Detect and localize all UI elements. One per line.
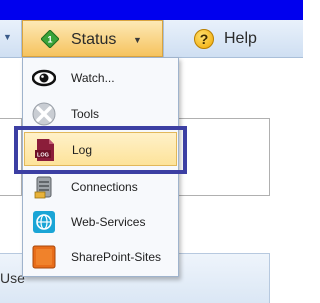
menu-item-connections[interactable]: Connections — [24, 170, 177, 204]
background-divider — [269, 253, 270, 303]
web-services-icon — [33, 211, 55, 233]
background-pane — [178, 118, 270, 196]
help-icon: ? — [194, 29, 214, 49]
status-menu-label: Status — [71, 31, 117, 48]
help-menu-button[interactable]: ? Help — [180, 20, 280, 57]
connections-icon — [34, 176, 52, 199]
chevron-down-icon: ▼ — [133, 35, 142, 45]
sharepoint-icon — [32, 245, 56, 269]
help-menu-label: Help — [224, 30, 257, 47]
menu-item-label: SharePoint-Sites — [71, 250, 162, 264]
toolbar-separator — [163, 20, 164, 57]
toolbar: ▼ 1 Status ▼ ? Help — [0, 20, 303, 58]
menu-item-label: Web-Services — [71, 215, 146, 229]
screen: ▼ 1 Status ▼ ? Help Use Watch... Tools L… — [0, 0, 303, 303]
menu-item-sharepoint-sites[interactable]: SharePoint-Sites — [24, 240, 177, 274]
toolbar-previous-menu[interactable]: ▼ — [0, 20, 22, 57]
eye-icon — [32, 69, 56, 87]
menu-item-label: Watch... — [71, 71, 115, 85]
chevron-down-icon: ▼ — [3, 32, 12, 42]
focus-highlight-outline — [14, 126, 187, 174]
menu-item-label: Connections — [71, 180, 138, 194]
menu-item-watch[interactable]: Watch... — [24, 61, 177, 95]
status-diamond-icon: 1 — [41, 30, 59, 48]
status-menu-button[interactable]: 1 Status ▼ — [22, 20, 163, 57]
svg-text:1: 1 — [47, 35, 52, 45]
menu-item-web-services[interactable]: Web-Services — [24, 205, 177, 239]
menu-item-label: Tools — [71, 107, 100, 121]
window-top-strip — [0, 0, 303, 20]
tools-icon — [32, 102, 56, 126]
